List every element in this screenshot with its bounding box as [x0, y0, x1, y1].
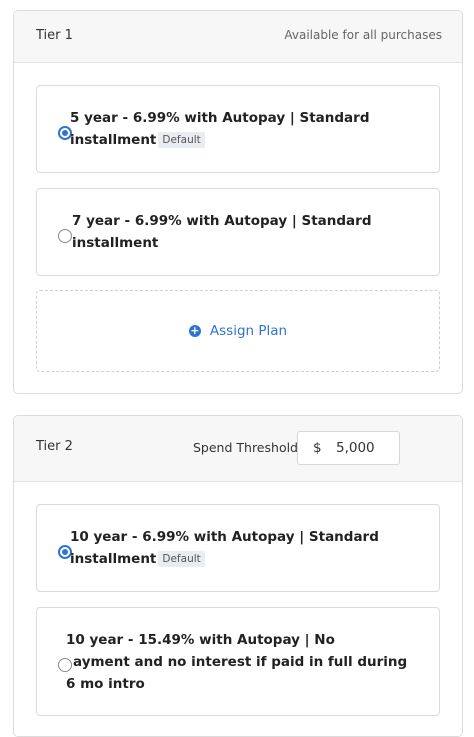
plan-option-7-year[interactable]: 7 year - 6.99% with Autopay | Standard i…	[36, 188, 440, 276]
tier-1-title: Tier 1	[36, 28, 73, 43]
default-badge: Default	[158, 551, 205, 567]
plan-option-5-year[interactable]: 5 year - 6.99% with Autopay | Standard i…	[36, 85, 440, 173]
default-badge: Default	[158, 132, 205, 148]
tier-1-availability-note: Available for all purchases	[284, 28, 442, 42]
plan-label-line2: installment	[72, 235, 159, 251]
tier-1-header: Tier 1 Available for all purchases	[14, 11, 462, 63]
plan-label-line1: 5 year - 6.99% with Autopay | Standard	[70, 110, 370, 126]
tier-2-header: Tier 2 Spend Threshold $ 5,000	[14, 416, 462, 482]
assign-plan-button[interactable]: + Assign Plan	[36, 290, 440, 372]
plan-label-line1: 10 year - 15.49% with Autopay | No	[66, 632, 335, 648]
plan-label-line2: installment	[70, 132, 157, 148]
plan-label-line3: 6 mo intro	[66, 676, 145, 692]
plan-option-10-year-standard[interactable]: 10 year - 6.99% with Autopay | Standard …	[36, 504, 440, 592]
tier-1-card: Tier 1 Available for all purchases 5 yea…	[13, 10, 463, 394]
spend-threshold-label: Spend Threshold	[193, 440, 298, 455]
plan-label-line1: 10 year - 6.99% with Autopay | Standard	[70, 529, 379, 545]
plan-radio-7-year[interactable]	[58, 229, 72, 243]
assign-plan-label: Assign Plan	[209, 323, 288, 339]
plan-label-line2: ayment and no interest if paid in full d…	[73, 654, 408, 670]
spend-threshold-input[interactable]: $ 5,000	[297, 431, 400, 465]
plan-option-10-year-intro[interactable]: 10 year - 15.49% with Autopay | No aymen…	[36, 607, 440, 716]
tier-2-card: Tier 2 Spend Threshold $ 5,000 10 year -…	[13, 415, 463, 737]
tier-2-title: Tier 2	[36, 439, 73, 454]
plan-label-line2: installment	[70, 551, 157, 567]
currency-symbol: $	[313, 440, 322, 456]
plan-label-line1: 7 year - 6.99% with Autopay | Standard	[72, 213, 372, 229]
plus-circle-icon: +	[188, 324, 201, 337]
spend-threshold-value: 5,000	[336, 440, 375, 456]
